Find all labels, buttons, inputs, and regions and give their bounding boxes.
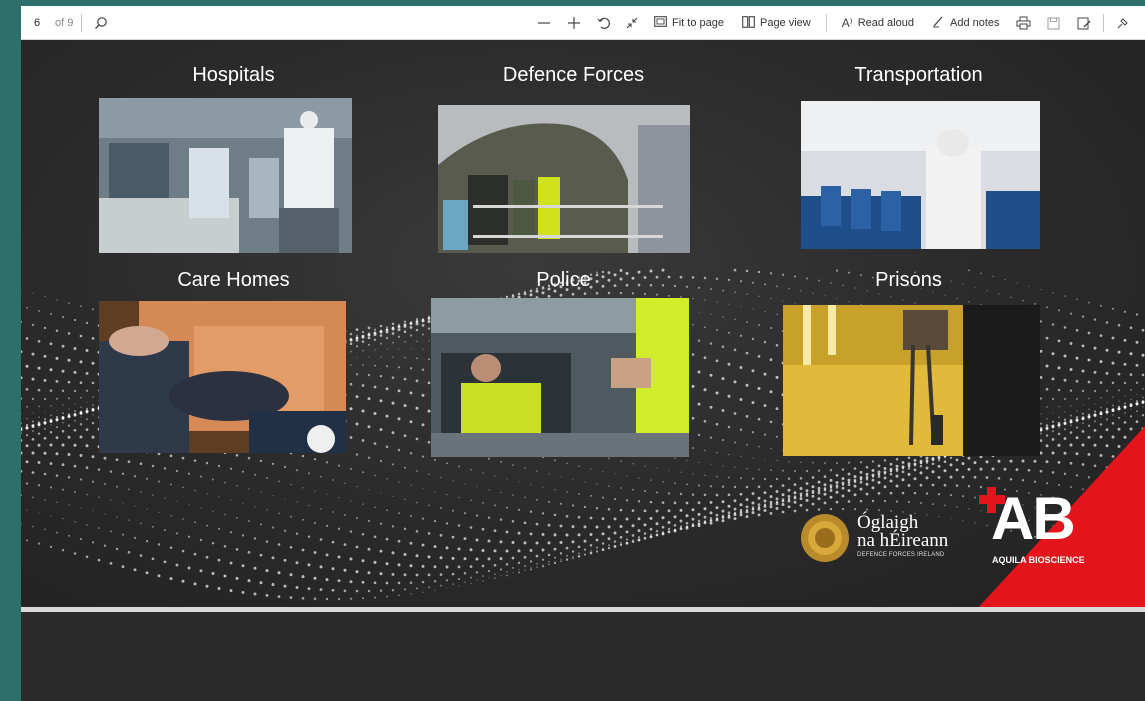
add-notes-button[interactable]: Add notes — [925, 11, 1007, 35]
zoom-in-icon[interactable] — [563, 12, 585, 34]
fit-to-page-button[interactable]: Fit to page — [647, 11, 731, 35]
care-homes-photo — [99, 301, 346, 453]
caption-prisons: Prisons — [875, 269, 942, 291]
slide-canvas: Hospitals Defence Forces Transportation … — [21, 40, 1145, 608]
window-frame-left — [0, 0, 21, 701]
defence-logo-line2: na hÉireann — [857, 530, 949, 551]
add-notes-label: Add notes — [949, 17, 1000, 29]
defence-forces-photo — [438, 105, 690, 253]
save-icon[interactable] — [1043, 12, 1065, 34]
search-icon[interactable] — [90, 12, 112, 34]
caption-defence-forces: Defence Forces — [502, 64, 645, 86]
add-notes-icon — [932, 15, 945, 31]
separator — [1102, 14, 1104, 32]
collapse-icon[interactable] — [621, 12, 643, 34]
read-aloud-button[interactable]: A⁾ Read aloud — [835, 11, 921, 35]
ab-logo-sub: AQUILA BIOSCIENCE — [992, 555, 1085, 565]
read-aloud-icon: A⁾ — [841, 16, 853, 30]
read-aloud-label: Read aloud — [857, 17, 914, 29]
page-view-icon — [742, 15, 755, 31]
transportation-photo — [801, 101, 1040, 249]
caption-transportation: Transportation — [854, 64, 983, 86]
defence-forces-ireland-logo: Óglaigh na hÉireann DEFENCE FORCES IRELA… — [799, 510, 959, 570]
rotate-icon[interactable] — [593, 12, 615, 34]
defence-logo-sub: DEFENCE FORCES IRELAND — [857, 552, 945, 558]
viewer-background — [21, 612, 1145, 701]
ab-logo-text: AB — [991, 485, 1076, 552]
caption-hospitals: Hospitals — [192, 64, 275, 86]
page-count: of 9 — [55, 16, 74, 29]
print-icon[interactable] — [1013, 12, 1035, 34]
separator — [825, 14, 827, 32]
separator — [81, 13, 83, 32]
fit-page-icon — [654, 16, 667, 30]
caption-care-homes: Care Homes — [177, 269, 290, 291]
page-view-button[interactable]: Page view — [735, 11, 818, 35]
aquila-bioscience-logo: AB AQUILA BIOSCIENCE — [969, 485, 1119, 580]
page-number-input[interactable]: 6 — [27, 17, 47, 29]
hospitals-photo — [99, 98, 352, 253]
zoom-out-icon[interactable] — [533, 12, 555, 34]
save-as-icon[interactable] — [1073, 12, 1095, 34]
page-view-label: Page view — [759, 17, 811, 29]
pin-icon[interactable] — [1112, 12, 1134, 34]
fit-to-page-label: Fit to page — [672, 17, 724, 29]
pdf-toolbar: 6 of 9 Fit to page Page view A⁾ Read alo… — [21, 6, 1145, 40]
caption-police: Police — [536, 269, 591, 291]
police-photo — [431, 298, 689, 457]
